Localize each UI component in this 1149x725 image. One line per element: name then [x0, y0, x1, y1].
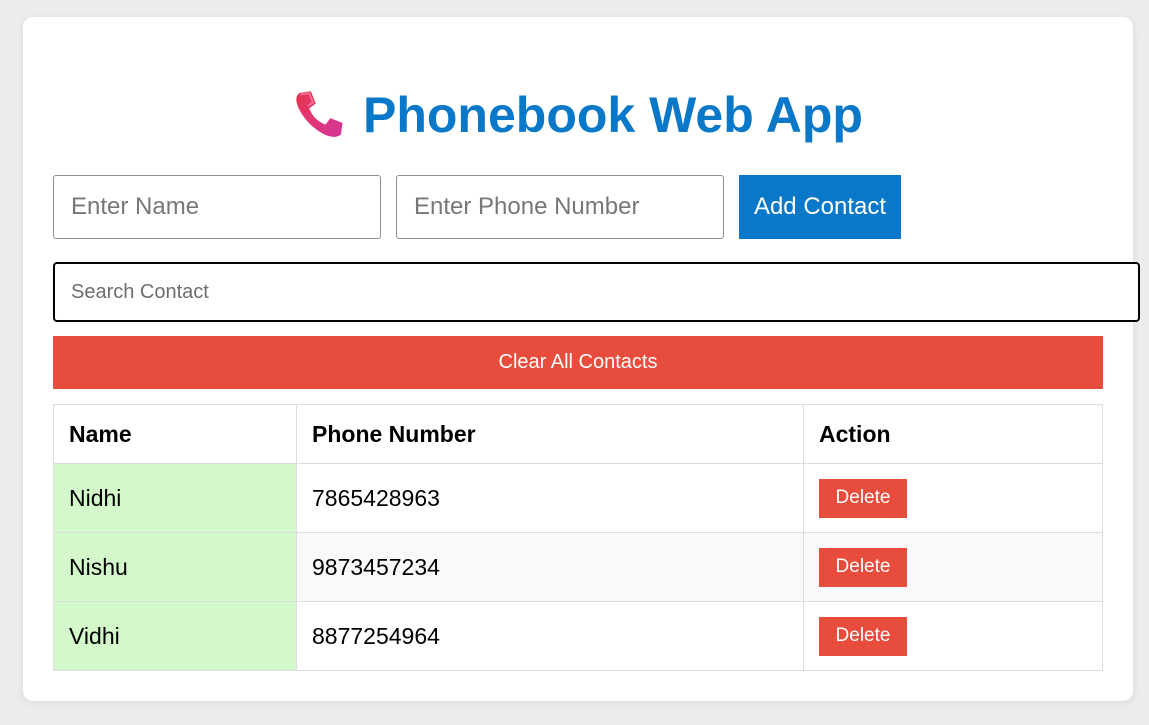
contact-phone: 9873457234 [296, 532, 804, 602]
phone-input[interactable] [396, 175, 724, 239]
contact-action: Delete [803, 601, 1103, 671]
page-title: Phonebook Web App [23, 87, 1133, 143]
contact-action: Delete [803, 463, 1103, 533]
contact-name: Nishu [53, 532, 297, 602]
contact-phone: 7865428963 [296, 463, 804, 533]
table-row: Nidhi 7865428963 Delete [53, 463, 1103, 533]
table-header-row: Name Phone Number Action [53, 404, 1103, 464]
contact-name: Nidhi [53, 463, 297, 533]
contacts-table: Name Phone Number Action Nidhi 786542896… [53, 404, 1103, 671]
search-input[interactable] [53, 262, 1140, 322]
header-name: Name [53, 404, 297, 464]
add-contact-button[interactable]: Add Contact [739, 175, 901, 239]
clear-all-button[interactable]: Clear All Contacts [53, 336, 1103, 389]
delete-button[interactable]: Delete [819, 547, 907, 587]
table-row: Nishu 9873457234 Delete [53, 532, 1103, 602]
name-input[interactable] [53, 175, 381, 239]
header-phone-number: Phone Number [296, 404, 804, 464]
contact-phone: 8877254964 [296, 601, 804, 671]
contact-action: Delete [803, 532, 1103, 602]
delete-button[interactable]: Delete [819, 478, 907, 518]
contact-name: Vidhi [53, 601, 297, 671]
delete-button[interactable]: Delete [819, 616, 907, 656]
table-row: Vidhi 8877254964 Delete [53, 601, 1103, 671]
telephone-receiver-icon [296, 91, 343, 137]
phonebook-card: Phonebook Web App Add Contact Clear All … [23, 17, 1140, 701]
page-title-text: Phonebook Web App [363, 87, 863, 143]
header-action: Action [803, 404, 1103, 464]
